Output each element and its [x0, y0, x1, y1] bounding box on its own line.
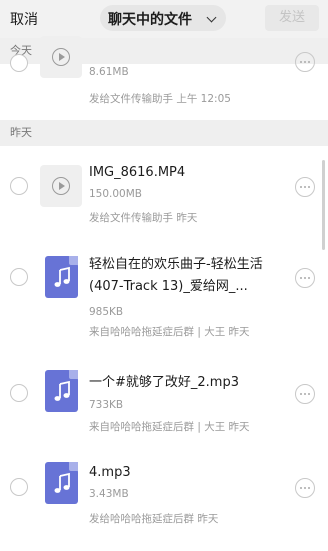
- file-size: 985KB: [89, 306, 124, 318]
- file-row[interactable]: 一个#就够了改好_2.mp3 733KB 来自哈哈哈拖延症后群 | 大王 昨天: [0, 360, 328, 454]
- file-size: 8.61MB: [89, 66, 129, 78]
- file-row[interactable]: 8.61MB 发给文件传输助手 上午 12:05: [0, 36, 328, 118]
- file-source-selector[interactable]: 聊天中的文件: [100, 5, 226, 31]
- section-header-yesterday: 昨天: [0, 120, 328, 146]
- scrollbar[interactable]: [322, 160, 325, 250]
- video-thumbnail: [40, 165, 82, 207]
- file-source: 发给文件传输助手 昨天: [89, 212, 198, 224]
- file-fold-icon: [69, 256, 78, 265]
- select-radio[interactable]: [10, 384, 28, 402]
- file-row[interactable]: 轻松自在的欢乐曲子-轻松生活 (407-Track 13)_爱给网_... 98…: [0, 246, 328, 352]
- chevron-down-icon: [206, 12, 217, 23]
- file-row[interactable]: 4.mp3 3.43MB 发给哈哈哈拖延症后群 昨天: [0, 452, 328, 551]
- video-thumbnail: [40, 36, 82, 78]
- cancel-button[interactable]: 取消: [10, 9, 38, 29]
- page-title: 聊天中的文件: [108, 12, 192, 28]
- music-note-icon: [54, 266, 70, 287]
- more-options-icon[interactable]: [295, 268, 315, 288]
- file-name: IMG_8616.MP4: [89, 165, 186, 180]
- more-options-icon[interactable]: [295, 384, 315, 404]
- more-options-icon[interactable]: [295, 52, 315, 72]
- file-source: 发给文件传输助手 上午 12:05: [89, 93, 231, 105]
- select-radio[interactable]: [10, 478, 28, 496]
- file-fold-icon: [69, 370, 78, 379]
- file-name: 4.mp3: [89, 465, 131, 480]
- select-radio[interactable]: [10, 54, 28, 72]
- file-source: 来自哈哈哈拖延症后群 | 大王 昨天: [89, 326, 250, 338]
- music-note-icon: [54, 380, 70, 401]
- play-icon: [52, 177, 70, 195]
- file-size: 3.43MB: [89, 488, 129, 500]
- file-name: 一个#就够了改好_2.mp3: [89, 375, 239, 390]
- file-fold-icon: [69, 462, 78, 471]
- send-button[interactable]: 发送: [265, 5, 319, 31]
- more-options-icon[interactable]: [295, 177, 315, 197]
- file-name: 轻松自在的欢乐曲子-轻松生活 (407-Track 13)_爱给网_...: [89, 257, 263, 294]
- file-source: 来自哈哈哈拖延症后群 | 大王 昨天: [89, 421, 250, 433]
- top-bar: 取消 聊天中的文件 发送: [0, 0, 328, 38]
- file-size: 150.00MB: [89, 188, 143, 200]
- file-row[interactable]: IMG_8616.MP4 150.00MB 发给文件传输助手 昨天: [0, 146, 328, 234]
- play-icon: [52, 48, 70, 66]
- music-note-icon: [54, 472, 70, 493]
- file-source: 发给哈哈哈拖延症后群 昨天: [89, 513, 219, 525]
- file-size: 733KB: [89, 399, 124, 411]
- select-radio[interactable]: [10, 268, 28, 286]
- more-options-icon[interactable]: [295, 478, 315, 498]
- select-radio[interactable]: [10, 177, 28, 195]
